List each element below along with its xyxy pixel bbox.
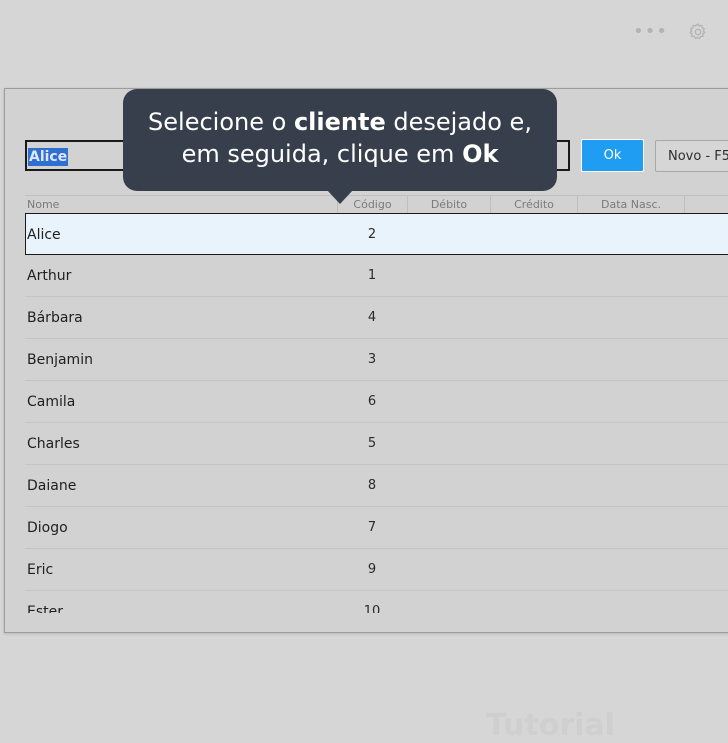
client-name: Camila bbox=[27, 394, 76, 410]
table-row[interactable]: Arthur 1 bbox=[25, 255, 728, 297]
table-row[interactable]: Charles 5 bbox=[25, 423, 728, 465]
client-code: 6 bbox=[367, 394, 377, 409]
column-header-nome[interactable]: Nome bbox=[27, 196, 59, 214]
table-row[interactable]: Daiane 8 bbox=[25, 465, 728, 507]
more-icon[interactable]: ••• bbox=[633, 22, 668, 42]
client-name: Benjamin bbox=[27, 352, 93, 368]
client-code: 8 bbox=[367, 478, 377, 493]
client-name: Arthur bbox=[27, 268, 72, 284]
column-header-debito[interactable]: Débito bbox=[407, 196, 490, 214]
client-name: Alice bbox=[27, 227, 61, 243]
client-code: 7 bbox=[367, 520, 377, 535]
table-row[interactable]: Bárbara 4 bbox=[25, 297, 728, 339]
client-code: 5 bbox=[367, 436, 377, 451]
table-header: Nome Código Débito Crédito Data Nasc. P bbox=[25, 195, 728, 215]
table-row[interactable]: Camila 6 bbox=[25, 381, 728, 423]
tooltip-line-2: em seguida, clique em Ok bbox=[181, 140, 499, 168]
column-header-data-nasc[interactable]: Data Nasc. bbox=[577, 196, 684, 214]
background-ghost-text: Tutorial bbox=[486, 708, 616, 743]
column-header-credito[interactable]: Crédito bbox=[490, 196, 577, 214]
client-code: 3 bbox=[367, 352, 377, 367]
client-name: Bárbara bbox=[27, 310, 83, 326]
client-name: Eric bbox=[27, 562, 54, 578]
client-code: 9 bbox=[367, 562, 377, 577]
client-name: Daiane bbox=[27, 478, 77, 494]
gear-icon[interactable] bbox=[688, 22, 708, 42]
search-input-selected-text: Alice bbox=[28, 148, 69, 166]
client-code: 2 bbox=[367, 227, 377, 242]
client-code: 4 bbox=[367, 310, 377, 325]
client-name: Diogo bbox=[27, 520, 68, 536]
table-row[interactable]: Diogo 7 bbox=[25, 507, 728, 549]
ok-button[interactable]: Ok bbox=[581, 139, 644, 172]
client-code: 1 bbox=[367, 268, 377, 283]
client-name: Charles bbox=[27, 436, 80, 452]
tooltip-arrow bbox=[327, 190, 353, 204]
tutorial-tooltip: Selecione o cliente desejado e, em segui… bbox=[123, 89, 557, 204]
table-row[interactable]: Alice 2 bbox=[25, 213, 728, 255]
client-name: Ester bbox=[27, 604, 63, 613]
client-code: 10 bbox=[363, 604, 381, 613]
tooltip-line-1: Selecione o cliente desejado e, bbox=[148, 108, 532, 136]
client-list: Alice 2 Arthur 1 Bárbara 4 Benjamin 3 Camila 6 Cha… bbox=[25, 213, 728, 613]
top-toolbar: ••• bbox=[633, 22, 708, 42]
new-client-button[interactable]: Novo - F5 bbox=[655, 140, 728, 172]
table-row[interactable]: Benjamin 3 bbox=[25, 339, 728, 381]
column-header-more[interactable]: P bbox=[684, 196, 728, 214]
table-row[interactable]: Ester 10 bbox=[25, 591, 728, 613]
table-row[interactable]: Eric 9 bbox=[25, 549, 728, 591]
